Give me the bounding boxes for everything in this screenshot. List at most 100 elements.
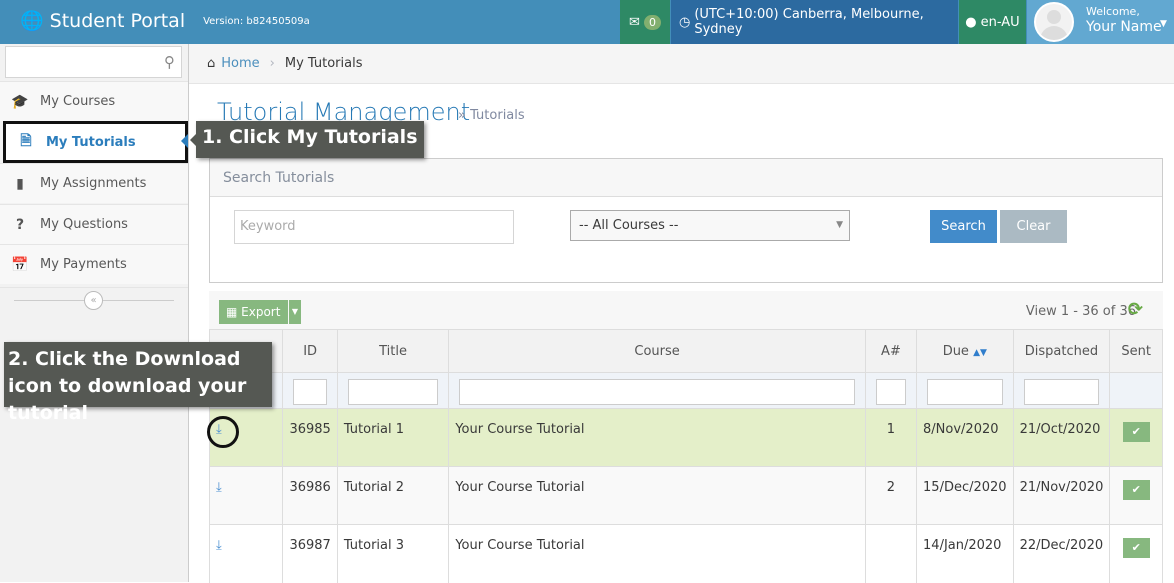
cell-title: Tutorial 3 [336, 524, 450, 583]
grid-toolbar: ▦ Export ▼ View 1 - 36 of 36 ⟳ [209, 291, 1163, 329]
col-id[interactable]: ID [282, 329, 338, 373]
cell-dispatched: 22/Dec/2020 [1012, 524, 1111, 583]
filter-cell [1109, 372, 1163, 409]
export-label: Export [241, 305, 281, 319]
brand-title: Student Portal [49, 9, 186, 32]
sidebar-item-label: My Courses [40, 94, 116, 109]
filter-cell [448, 372, 866, 409]
breadcrumb: ⌂ Home › My Tutorials [189, 44, 1174, 84]
col-title[interactable]: Title [336, 329, 450, 373]
home-icon: ⌂ [207, 56, 216, 71]
check-icon: ✔ [1122, 422, 1150, 442]
welcome-label: Welcome, [1086, 5, 1140, 18]
cell-course: Your Course Tutorial [448, 408, 866, 467]
check-icon: ✔ [1122, 480, 1150, 500]
cell-due: 14/Jan/2020 [916, 524, 1014, 583]
cell-sent: ✔ [1109, 408, 1163, 467]
table-row[interactable]: ⤓ 36986 Tutorial 2 Your Course Tutorial … [208, 466, 1163, 525]
search-panel: Search Tutorials Keyword -- All Courses … [209, 158, 1163, 283]
user-name: Your Name [1086, 19, 1162, 35]
filter-cell [864, 372, 918, 409]
cell-id: 36985 [282, 408, 338, 467]
breadcrumb-separator: › [269, 56, 275, 71]
table-row[interactable]: ⤓ 36987 Tutorial 3 Your Course Tutorial … [208, 524, 1163, 583]
question-icon: ? [15, 216, 25, 233]
graduation-cap-icon: 🎓 [11, 93, 29, 110]
sidebar-collapse: « [0, 287, 188, 311]
col-dispatched[interactable]: Dispatched [1012, 329, 1111, 373]
timezone-button[interactable]: ◷ (UTC+10:00) Canberra, Melbourne, Sydney [671, 0, 958, 44]
col-sent[interactable]: Sent [1109, 329, 1163, 373]
col-a-number[interactable]: A# [864, 329, 918, 373]
cell-title: Tutorial 2 [336, 466, 450, 525]
cell-a-number: 1 [864, 408, 918, 467]
pagination-info: View 1 - 36 of 36 [1025, 304, 1136, 319]
search-icon[interactable]: ⚲ [164, 53, 175, 71]
dispatched-filter-input[interactable] [1023, 379, 1100, 405]
sidebar-item-my-questions[interactable]: ? My Questions [0, 204, 188, 244]
avatar [1034, 2, 1074, 42]
timezone-label: (UTC+10:00) Canberra, Melbourne, Sydney [694, 7, 924, 37]
sidebar-item-my-courses[interactable]: 🎓 My Courses [0, 81, 188, 121]
export-button[interactable]: ▦ Export [219, 300, 288, 324]
language-button[interactable]: ● en-AU [959, 0, 1026, 44]
cell-id: 36987 [282, 524, 338, 583]
version-label: Version: b82450509a [203, 16, 310, 27]
search-panel-title: Search Tutorials [210, 159, 1162, 197]
keyword-input[interactable]: Keyword [234, 210, 514, 244]
cell-a-number [864, 524, 918, 583]
action-cell: ⤓ [208, 524, 284, 583]
table-header-row: ID Title Course A# Due ▲▼ Dispatched Sen… [208, 329, 1163, 373]
clock-icon: ◷ [679, 14, 691, 30]
cell-course: Your Course Tutorial [448, 524, 866, 583]
col-due[interactable]: Due ▲▼ [916, 329, 1014, 373]
breadcrumb-current: My Tutorials [284, 56, 363, 71]
col-course[interactable]: Course [448, 329, 866, 373]
download-icon[interactable]: ⤓ [216, 480, 222, 495]
download-icon[interactable]: ⤓ [216, 538, 222, 553]
cell-title: Tutorial 1 [336, 408, 450, 467]
export-dropdown-toggle[interactable]: ▼ [289, 300, 301, 324]
filter-row [208, 372, 1163, 409]
clear-button[interactable]: Clear [1000, 210, 1067, 243]
cell-sent: ✔ [1109, 524, 1163, 583]
col-due-label: Due [942, 343, 969, 359]
sidebar-item-label: My Payments [40, 257, 127, 272]
refresh-icon[interactable]: ⟳ [1128, 299, 1143, 320]
sidebar: ⚲ 🎓 My Courses 🗎 My Tutorials ▮ My Assignme… [0, 44, 189, 582]
action-cell: ⤓ [208, 466, 284, 525]
file-icon: ▮ [16, 175, 24, 192]
callout-step-1: 1. Click My Tutorials [190, 121, 424, 158]
breadcrumb-home-link[interactable]: Home [221, 56, 259, 71]
course-select[interactable]: -- All Courses -- ▼ [570, 210, 850, 241]
filter-cell [916, 372, 1014, 409]
course-filter-input[interactable] [459, 379, 855, 405]
table-row[interactable]: ⤓ 36985 Tutorial 1 Your Course Tutorial … [208, 408, 1163, 467]
envelope-icon: ✉ [629, 14, 640, 30]
messages-button[interactable]: ✉ 0 [620, 0, 670, 44]
tutorials-table: ID Title Course A# Due ▲▼ Dispatched Sen… [208, 329, 1163, 583]
callout-step-2: 2. Click the Download icon to download y… [4, 342, 272, 424]
id-filter-input[interactable] [293, 379, 327, 405]
sidebar-item-my-payments[interactable]: 📅 My Payments [0, 244, 188, 284]
a-number-filter-input[interactable] [875, 379, 907, 405]
file-text-icon: 🗎 [20, 133, 32, 149]
highlight-ring [207, 416, 239, 448]
sidebar-item-my-tutorials[interactable]: 🗎 My Tutorials [3, 121, 188, 163]
excel-icon: ▦ [226, 305, 242, 319]
user-menu[interactable]: Welcome, Your Name ▼ [1027, 0, 1174, 44]
due-filter-input[interactable] [927, 379, 1003, 405]
cell-id: 36986 [282, 466, 338, 525]
search-button[interactable]: Search [930, 210, 997, 243]
title-filter-input[interactable] [347, 379, 439, 405]
sidebar-search-input[interactable]: ⚲ [5, 46, 182, 78]
brand[interactable]: 🌐 Student Portal Version: b82450509a [20, 9, 310, 33]
cell-course: Your Course Tutorial [448, 466, 866, 525]
collapse-sidebar-button[interactable]: « [84, 291, 103, 310]
top-navbar: 🌐 Student Portal Version: b82450509a ✉ 0 ◷(… [0, 0, 1174, 44]
sidebar-item-my-assignments[interactable]: ▮ My Assignments [0, 163, 188, 203]
sidebar-item-label: My Questions [40, 217, 128, 232]
cell-sent: ✔ [1109, 466, 1163, 525]
cell-dispatched: 21/Oct/2020 [1012, 408, 1111, 467]
calendar-icon: 📅 [11, 256, 29, 273]
